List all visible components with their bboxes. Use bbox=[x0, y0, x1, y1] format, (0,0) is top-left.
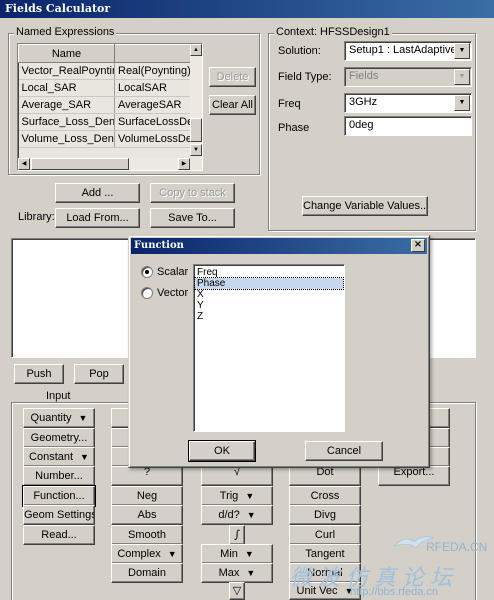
vector-label[interactable]: Vector bbox=[157, 287, 188, 299]
scroll-thumb[interactable] bbox=[190, 118, 202, 142]
row-name: Vector_RealPoynting bbox=[18, 62, 115, 80]
read-button[interactable]: Read... bbox=[23, 525, 95, 545]
scroll-down-icon[interactable]: ▼ bbox=[190, 144, 202, 156]
clear-all-button[interactable]: Clear All bbox=[209, 95, 256, 115]
function-dialog: Function × Scalar Vector Freq Phase X Y … bbox=[128, 235, 430, 468]
solution-label: Solution: bbox=[278, 45, 321, 57]
push-button[interactable]: Push bbox=[14, 364, 64, 384]
divg-button[interactable]: Divg bbox=[289, 505, 361, 525]
geometry-button[interactable]: Geometry... bbox=[23, 428, 95, 448]
library-label: Library: bbox=[18, 211, 55, 223]
abs-button[interactable]: Abs bbox=[111, 505, 183, 525]
column-header-name[interactable]: Name bbox=[18, 44, 115, 63]
down-arrow-icon: ▼ bbox=[245, 491, 255, 501]
window-title: Fields Calculator bbox=[0, 0, 494, 18]
scroll-right-icon[interactable]: ▶ bbox=[178, 158, 190, 170]
change-variable-values-button[interactable]: Change Variable Values... bbox=[302, 196, 428, 216]
solution-value: Setup1 : LastAdaptive bbox=[349, 44, 457, 56]
watermark-site: RFEDA.CN bbox=[426, 540, 488, 554]
neg-button[interactable]: Neg bbox=[111, 486, 183, 506]
function-button[interactable]: Function... bbox=[22, 485, 96, 507]
row-name: Average_SAR bbox=[18, 96, 115, 114]
column3-partial-button[interactable]: √ bbox=[201, 466, 273, 486]
field-type-label: Field Type: bbox=[278, 71, 332, 83]
scalar-radio[interactable] bbox=[141, 266, 153, 278]
add-button[interactable]: Add ... bbox=[55, 183, 140, 203]
row-name: Local_SAR bbox=[18, 79, 115, 97]
smooth-button[interactable]: Smooth bbox=[111, 525, 183, 545]
phase-label: Phase bbox=[278, 122, 310, 134]
ok-button[interactable]: OK bbox=[188, 440, 256, 462]
dot-button[interactable]: Dot bbox=[289, 466, 361, 486]
table-row[interactable]: Volume_Loss_Density VolumeLossDens bbox=[18, 130, 202, 148]
delete-button[interactable]: Delete bbox=[209, 67, 256, 87]
load-from-button[interactable]: Load From... bbox=[55, 208, 140, 228]
constant-button[interactable]: Constant ▼ bbox=[23, 447, 95, 467]
vertical-scrollbar[interactable]: ▲ ▼ bbox=[190, 44, 202, 156]
down-arrow-icon: ▼ bbox=[167, 549, 177, 559]
trig-button[interactable]: Trig ▼ bbox=[201, 486, 273, 506]
phase-input[interactable]: 0deg bbox=[344, 116, 472, 136]
save-to-button[interactable]: Save To... bbox=[150, 208, 235, 228]
freq-value: 3GHz bbox=[349, 96, 378, 108]
copy-to-stack-button[interactable]: Copy to stack bbox=[150, 183, 235, 203]
cancel-button[interactable]: Cancel bbox=[305, 441, 383, 461]
freq-select[interactable]: 3GHz ▼ bbox=[344, 93, 472, 113]
chevron-down-icon[interactable]: ▼ bbox=[454, 43, 470, 59]
integral-button[interactable]: ∫ bbox=[229, 525, 245, 545]
input-label: Input bbox=[46, 390, 71, 402]
pop-button[interactable]: Pop bbox=[74, 364, 124, 384]
down-arrow-icon: ▼ bbox=[244, 549, 254, 559]
number-button[interactable]: Number... bbox=[23, 466, 95, 486]
close-icon[interactable]: × bbox=[411, 239, 425, 252]
named-expressions-table[interactable]: Name Vector_RealPoynting Real(Poynting) … bbox=[17, 43, 203, 171]
vector-radio[interactable] bbox=[141, 287, 153, 299]
field-type-value: Fields bbox=[349, 70, 379, 82]
export-button[interactable]: Export... bbox=[378, 466, 450, 486]
function-dialog-title: Function × bbox=[131, 238, 427, 254]
scalar-label[interactable]: Scalar bbox=[157, 266, 188, 278]
geom-settings-button[interactable]: Geom Settings... bbox=[23, 505, 95, 525]
cross-button[interactable]: Cross bbox=[289, 486, 361, 506]
scroll-thumb-h[interactable] bbox=[31, 158, 129, 170]
down-arrow-icon: ▼ bbox=[246, 568, 256, 578]
list-item-freq[interactable]: Freq bbox=[195, 267, 343, 278]
quantity-button[interactable]: Quantity ▼ bbox=[23, 408, 95, 428]
context-title: Context: HFSSDesign1 bbox=[274, 26, 392, 38]
field-type-select[interactable]: Fields ▼ bbox=[344, 67, 472, 87]
complex-button[interactable]: Complex ▼ bbox=[111, 544, 183, 564]
scroll-up-icon[interactable]: ▲ bbox=[190, 44, 202, 56]
table-row[interactable]: Surface_Loss_Density SurfaceLossDens bbox=[18, 113, 202, 131]
phase-value: 0deg bbox=[349, 119, 374, 131]
freq-label: Freq bbox=[278, 98, 301, 110]
down-arrow-icon: ▼ bbox=[80, 452, 89, 462]
down-arrow-icon: ▼ bbox=[246, 510, 256, 520]
max-button[interactable]: Max ▼ bbox=[201, 563, 273, 583]
list-item-y[interactable]: Y bbox=[195, 300, 343, 311]
row-name: Surface_Loss_Density bbox=[18, 113, 115, 131]
list-item-phase[interactable]: Phase bbox=[194, 277, 344, 290]
scroll-left-icon[interactable]: ◀ bbox=[18, 158, 30, 170]
watermark-url: http://bbs.rfeda.cn bbox=[350, 586, 439, 598]
table-row[interactable]: Local_SAR LocalSAR bbox=[18, 79, 202, 97]
function-listbox[interactable]: Freq Phase X Y Z bbox=[193, 264, 345, 432]
curl-button[interactable]: Curl bbox=[289, 525, 361, 545]
list-item-x[interactable]: X bbox=[195, 289, 343, 300]
row-name: Volume_Loss_Density bbox=[18, 130, 115, 148]
table-row[interactable]: Average_SAR AverageSAR bbox=[18, 96, 202, 114]
chevron-down-icon[interactable]: ▼ bbox=[454, 69, 470, 85]
named-expressions-title: Named Expressions bbox=[14, 26, 117, 38]
list-item-z[interactable]: Z bbox=[195, 311, 343, 322]
chevron-down-icon[interactable]: ▼ bbox=[454, 95, 470, 111]
domain-button[interactable]: Domain bbox=[111, 563, 183, 583]
derivative-button[interactable]: d/d? ▼ bbox=[201, 505, 273, 525]
column2-partial-button[interactable]: ? bbox=[111, 466, 183, 486]
min-button[interactable]: Min ▼ bbox=[201, 544, 273, 564]
down-arrow-icon: ▼ bbox=[78, 413, 88, 423]
table-row[interactable]: Vector_RealPoynting Real(Poynting) bbox=[18, 62, 202, 80]
horizontal-scrollbar[interactable]: ◀ ▶ bbox=[18, 158, 190, 170]
solution-select[interactable]: Setup1 : LastAdaptive ▼ bbox=[344, 41, 472, 61]
gradient-button[interactable]: ▽ bbox=[229, 582, 245, 600]
